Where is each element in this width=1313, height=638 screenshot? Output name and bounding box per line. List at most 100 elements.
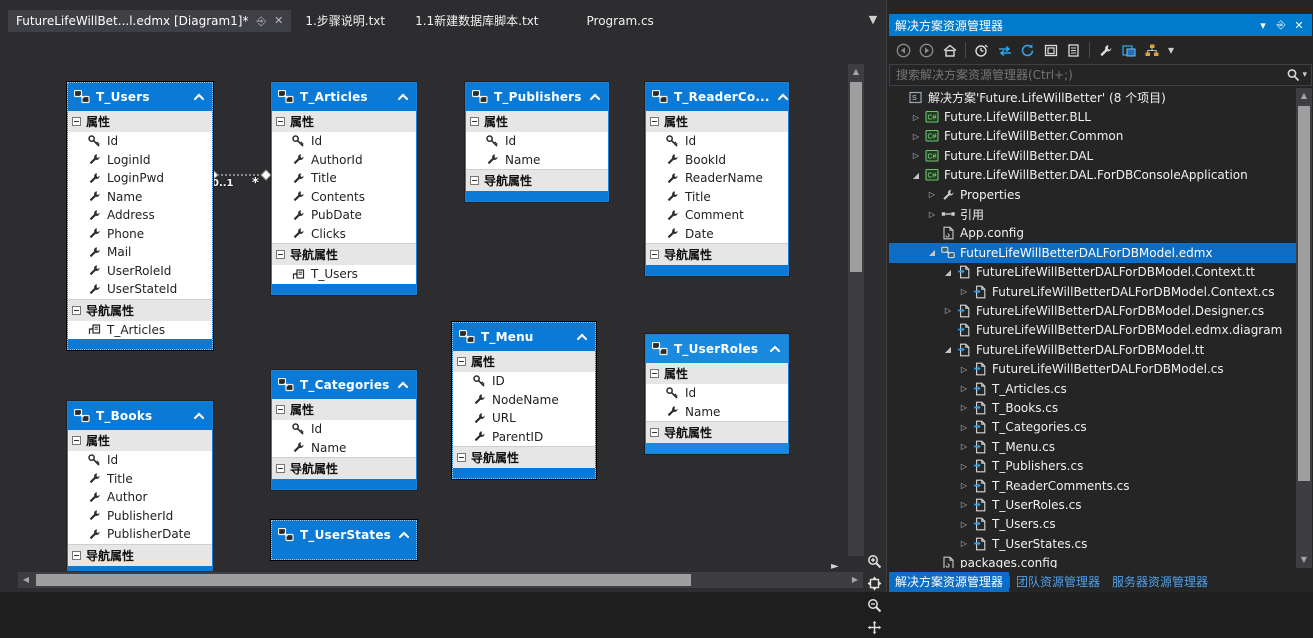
expander-collapsed-icon[interactable]: ▷ bbox=[957, 497, 971, 513]
expander-expanded-icon[interactable]: ◢ bbox=[925, 245, 939, 261]
more-icon[interactable]: ▾ bbox=[1164, 40, 1178, 60]
entity-t_menu[interactable]: T_Menu 属性 ID NodeName URL ParentID 导航属性 bbox=[451, 321, 597, 480]
chevron-down-icon[interactable]: ▾ bbox=[1302, 70, 1307, 80]
section-header-navigation[interactable]: 导航属性 bbox=[272, 457, 416, 479]
expander-collapsed-icon[interactable]: ▷ bbox=[957, 458, 971, 474]
entity-property[interactable]: Id bbox=[68, 451, 212, 470]
tree-item[interactable]: ◢ FutureLifeWillBetterDALForDBModel.tt bbox=[889, 340, 1297, 359]
close-icon[interactable]: ✕ bbox=[274, 10, 283, 32]
expander-collapsed-icon[interactable]: ▷ bbox=[957, 439, 971, 455]
entity-property[interactable]: URL bbox=[453, 409, 595, 428]
scroll-up-icon[interactable]: ▲ bbox=[1296, 88, 1312, 104]
entity-t_categories[interactable]: T_Categories 属性 Id Name 导航属性 bbox=[271, 370, 417, 490]
home-icon[interactable] bbox=[939, 40, 960, 60]
tree-item[interactable]: ▷ T_Menu.cs bbox=[889, 437, 1297, 456]
entity-property[interactable]: NodeName bbox=[453, 390, 595, 409]
entity-header[interactable]: T_Categories bbox=[272, 371, 416, 399]
solution-explorer-titlebar[interactable]: 解决方案资源管理器 ▾ ⎆ ✕ bbox=[889, 14, 1312, 36]
expander-expanded-icon[interactable]: ◢ bbox=[941, 264, 955, 280]
preview-selected-items-icon[interactable] bbox=[1118, 40, 1139, 60]
tree-item[interactable]: packages.config bbox=[889, 553, 1297, 568]
expander-collapsed-icon[interactable]: ▷ bbox=[909, 128, 923, 144]
collapse-toggle-icon[interactable] bbox=[457, 357, 466, 366]
entity-header[interactable]: T_Publishers bbox=[466, 83, 608, 111]
entity-header[interactable]: T_Books bbox=[68, 402, 212, 430]
editor-tab-dbscript[interactable]: 1.1新建数据库脚本.txt bbox=[403, 10, 557, 32]
expander-collapsed-icon[interactable]: ▷ bbox=[941, 303, 955, 319]
entity-t_readerco[interactable]: T_ReaderCo... 属性 Id BookId ReaderName Title Co… bbox=[645, 82, 789, 276]
close-icon[interactable]: ✕ bbox=[1290, 16, 1308, 34]
entity-property[interactable]: UserRoleId bbox=[68, 261, 212, 280]
show-all-files-icon[interactable] bbox=[1063, 40, 1084, 60]
chevron-up-icon[interactable] bbox=[588, 90, 602, 104]
chevron-up-icon[interactable] bbox=[396, 90, 410, 104]
entity-property[interactable]: Name bbox=[466, 150, 608, 169]
expander-collapsed-icon[interactable]: ▷ bbox=[909, 109, 923, 125]
scroll-left-icon[interactable]: ◀ bbox=[18, 572, 34, 588]
scroll-up-icon[interactable]: ▲ bbox=[848, 64, 864, 80]
tab-team-explorer[interactable]: 团队资源管理器 bbox=[1010, 572, 1106, 592]
tree-item[interactable]: ▷ C# Future.LifeWillBetter.DAL bbox=[889, 146, 1297, 165]
tree-item[interactable]: FutureLifeWillBetterDALForDBModel.edmx.d… bbox=[889, 321, 1297, 340]
editor-tab-program[interactable]: Program.cs bbox=[556, 10, 672, 32]
expander-collapsed-icon[interactable]: ▷ bbox=[925, 187, 939, 203]
expander-expanded-icon[interactable]: ◢ bbox=[941, 342, 955, 358]
tree-item[interactable]: ▷ C# Future.LifeWillBetter.BLL bbox=[889, 107, 1297, 126]
collapse-toggle-icon[interactable] bbox=[276, 250, 285, 259]
tree-item[interactable]: ◢ FutureLifeWillBetterDALForDBModel.edmx bbox=[889, 243, 1297, 263]
entity-property[interactable]: Name bbox=[646, 402, 788, 421]
entity-t_books[interactable]: T_Books 属性 Id Title Author PublisherId Publish… bbox=[67, 401, 213, 571]
chevron-up-icon[interactable] bbox=[396, 378, 410, 392]
designer-canvas[interactable]: 0..1 * T_Users 属性 Id LoginId LoginPwd Name Add… bbox=[9, 32, 864, 571]
tree-item[interactable]: ▷ FutureLifeWillBetterDALForDBModel.cs bbox=[889, 359, 1297, 378]
section-header-navigation[interactable]: 导航属性 bbox=[68, 543, 212, 566]
collapse-toggle-icon[interactable] bbox=[457, 453, 466, 462]
tree-item[interactable]: ◢ FutureLifeWillBetterDALForDBModel.Conte… bbox=[889, 263, 1297, 282]
collapse-toggle-icon[interactable] bbox=[72, 305, 81, 315]
tree-item[interactable]: ▷ T_Articles.cs bbox=[889, 379, 1297, 398]
tree-item[interactable]: ▷ 引用 bbox=[889, 204, 1297, 223]
refresh-icon[interactable] bbox=[1017, 40, 1038, 60]
expander-collapsed-icon[interactable]: ▷ bbox=[909, 148, 923, 164]
expander-collapsed-icon[interactable]: ▷ bbox=[957, 536, 971, 552]
entity-property[interactable]: ID bbox=[453, 372, 595, 391]
section-header-properties[interactable]: 属性 bbox=[466, 111, 608, 132]
tree-item[interactable]: ▷ T_Books.cs bbox=[889, 398, 1297, 417]
entity-t_users[interactable]: T_Users 属性 Id LoginId LoginPwd Name Address Pho… bbox=[66, 81, 214, 351]
entity-property[interactable]: Contents bbox=[272, 187, 416, 206]
section-header-properties[interactable]: 属性 bbox=[68, 430, 212, 451]
properties-icon[interactable] bbox=[1095, 40, 1116, 60]
scrollbar-thumb[interactable] bbox=[850, 82, 862, 272]
entity-property[interactable]: ReaderName bbox=[646, 169, 788, 188]
solution-tree-scrollbar[interactable]: ▲ ▼ bbox=[1296, 88, 1312, 568]
entity-property[interactable]: Author bbox=[68, 488, 212, 507]
expander-expanded-icon[interactable]: ◢ bbox=[909, 167, 923, 183]
solution-tree[interactable]: S 解决方案'Future.LifeWillBetter' (8 个项目) ▷ C# F… bbox=[889, 88, 1297, 568]
tree-item[interactable]: S 解决方案'Future.LifeWillBetter' (8 个项目) bbox=[889, 88, 1297, 107]
chevron-down-icon[interactable]: ▼ bbox=[866, 12, 880, 28]
tree-item[interactable]: ▷ T_ReaderComments.cs bbox=[889, 476, 1297, 495]
tree-item[interactable]: ▷ T_UserStates.cs bbox=[889, 534, 1297, 553]
tree-item[interactable]: ▷ T_Publishers.cs bbox=[889, 456, 1297, 475]
entity-t_publishers[interactable]: T_Publishers 属性 Id Name 导航属性 bbox=[465, 82, 609, 202]
zoom-in-icon[interactable] bbox=[864, 550, 884, 572]
chevron-up-icon[interactable] bbox=[575, 330, 589, 344]
entity-property[interactable]: Title bbox=[68, 469, 212, 488]
pan-icon[interactable] bbox=[864, 616, 884, 638]
section-header-properties[interactable]: 属性 bbox=[453, 351, 595, 372]
forward-icon[interactable] bbox=[916, 40, 937, 60]
collapse-all-icon[interactable] bbox=[1040, 40, 1061, 60]
panel-bottom-tabs[interactable]: 解决方案资源管理器 团队资源管理器 服务器资源管理器 bbox=[887, 572, 1313, 592]
expander-collapsed-icon[interactable]: ▷ bbox=[925, 206, 939, 222]
entity-t_articles[interactable]: T_Articles 属性 Id AuthorId Title Contents PubDa… bbox=[271, 82, 417, 295]
entity-property[interactable]: Title bbox=[272, 169, 416, 188]
section-header-properties[interactable]: 属性 bbox=[68, 111, 212, 132]
tree-item[interactable]: ▷ FutureLifeWillBetterDALForDBModel.Conte… bbox=[889, 282, 1297, 301]
entity-header[interactable]: T_UserRoles bbox=[646, 335, 788, 363]
entity-property[interactable]: Id bbox=[466, 132, 608, 151]
edmx-designer[interactable]: 0..1 * T_Users 属性 Id LoginId LoginPwd Name Add… bbox=[9, 32, 886, 634]
entity-property[interactable]: Date bbox=[646, 224, 788, 243]
designer-zoom-tools[interactable] bbox=[864, 550, 884, 638]
entity-property[interactable]: BookId bbox=[646, 150, 788, 169]
search-box[interactable]: ▾ bbox=[889, 64, 1312, 86]
